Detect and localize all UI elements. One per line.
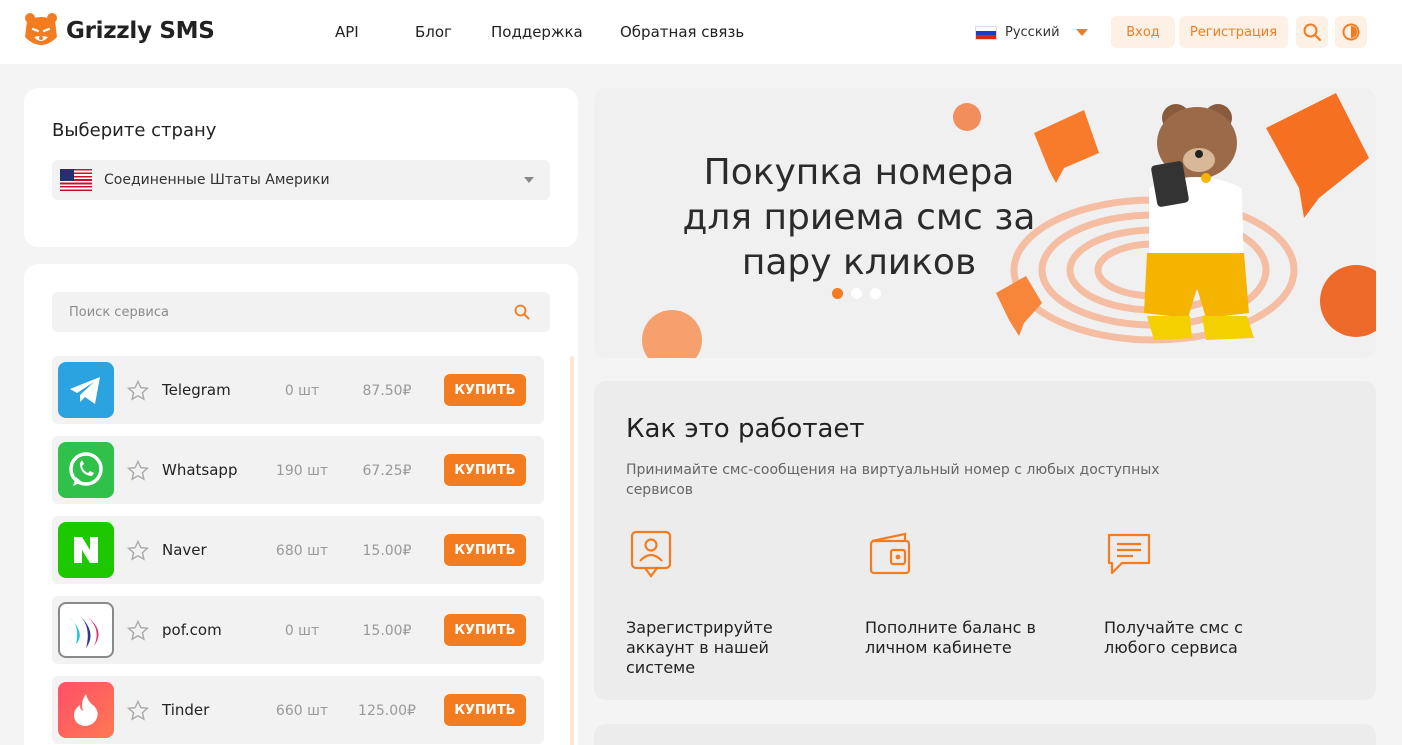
language-label: Русский <box>1005 25 1060 40</box>
slider-dot[interactable] <box>870 288 881 299</box>
how-subtitle: Принимайте смс-сообщения на виртуальный … <box>626 462 1160 498</box>
logo[interactable]: Grizzly SMS <box>24 11 215 51</box>
service-count: 0 шт <box>284 623 320 639</box>
search-icon <box>1303 23 1321 41</box>
country-selected: Соединенные Штаты Америки <box>104 172 330 188</box>
next-section-card <box>594 724 1376 745</box>
services-card: Telegram 0 шт 87.50₽ купить Whatsapp 190… <box>24 264 578 745</box>
service-list-scrollbar[interactable] <box>570 356 574 745</box>
buy-button[interactable]: купить <box>444 454 526 486</box>
search-button[interactable] <box>1296 16 1328 48</box>
service-count: 660 шт <box>275 703 329 719</box>
buy-button[interactable]: купить <box>444 614 526 646</box>
buy-button[interactable]: купить <box>444 694 526 726</box>
message-icon <box>1107 533 1151 575</box>
service-price: 87.50₽ <box>362 383 412 399</box>
service-name: Telegram <box>162 381 231 399</box>
search-icon[interactable] <box>514 304 530 320</box>
service-price: 67.25₽ <box>362 463 412 479</box>
buy-button[interactable]: купить <box>444 374 526 406</box>
brand-name: Grizzly SMS <box>66 18 215 44</box>
service-name: pof.com <box>162 621 222 639</box>
wallet-icon <box>869 532 911 575</box>
star-icon[interactable] <box>126 379 150 403</box>
bear-logo-icon <box>25 13 57 45</box>
theme-icon <box>1342 23 1360 41</box>
service-list: Telegram 0 шт 87.50₽ купить Whatsapp 190… <box>52 356 550 745</box>
service-name: Tinder <box>162 701 210 719</box>
step-receive: Получайте смс с любого сервиса <box>1104 529 1304 658</box>
chevron-down-icon <box>524 177 534 183</box>
usa-flag-icon <box>60 169 92 191</box>
language-selector[interactable]: Русский <box>975 25 1060 40</box>
service-count: 190 шт <box>275 463 329 479</box>
nav-support[interactable]: Поддержка <box>491 23 583 41</box>
service-price: 125.00₽ <box>358 703 416 719</box>
country-title: Выберите страну <box>52 120 217 141</box>
how-title: Как это работает <box>626 414 865 444</box>
slider-dot[interactable] <box>832 288 843 299</box>
chevron-down-icon[interactable] <box>1076 29 1088 36</box>
register-button[interactable]: Регистрация <box>1179 16 1288 48</box>
service-search-input[interactable] <box>52 292 492 332</box>
step-text: Получайте смс с любого сервиса <box>1104 618 1243 657</box>
how-it-works: Как это работает Принимайте смс-сообщени… <box>594 381 1376 700</box>
naver-icon <box>58 522 114 578</box>
banner-title: Покупка номера для приема смс за пару кл… <box>682 152 1036 283</box>
step-register: Зарегистрируйте аккаунт в нашей системе <box>626 529 826 678</box>
slider-dots <box>832 288 881 299</box>
promo-banner: Покупка номера для приема смс за пару кл… <box>594 88 1376 358</box>
star-icon[interactable] <box>126 619 150 643</box>
theme-toggle-button[interactable] <box>1335 16 1367 48</box>
service-name: Naver <box>162 541 207 559</box>
country-card: Выберите страну Соединенные Штаты Америк… <box>24 88 578 247</box>
country-select[interactable]: Соединенные Штаты Америки <box>52 160 550 200</box>
service-price: 15.00₽ <box>362 543 412 559</box>
service-search <box>52 292 550 332</box>
step-text: Пополните баланс в личном кабинете <box>865 618 1036 657</box>
service-count: 680 шт <box>275 543 329 559</box>
star-icon[interactable] <box>126 699 150 723</box>
telegram-icon <box>58 362 114 418</box>
star-icon[interactable] <box>126 459 150 483</box>
service-row-pof[interactable]: pof.com 0 шт 15.00₽ купить <box>52 596 544 664</box>
service-row-telegram[interactable]: Telegram 0 шт 87.50₽ купить <box>52 356 544 424</box>
slider-dot[interactable] <box>851 288 862 299</box>
tinder-icon <box>58 682 114 738</box>
pof-icon <box>58 602 114 658</box>
nav-api[interactable]: API <box>335 23 359 41</box>
nav-feedback[interactable]: Обратная связь <box>620 23 744 41</box>
service-row-tinder[interactable]: Tinder 660 шт 125.00₽ купить <box>52 676 544 744</box>
step-balance: Пополните баланс в личном кабинете <box>865 529 1065 658</box>
user-card-icon <box>630 530 672 578</box>
whatsapp-icon <box>58 442 114 498</box>
header: Grizzly SMS API Блог Поддержка Обратная … <box>0 0 1402 64</box>
russia-flag-icon <box>975 25 997 40</box>
service-row-naver[interactable]: Naver 680 шт 15.00₽ купить <box>52 516 544 584</box>
buy-button[interactable]: купить <box>444 534 526 566</box>
step-text: Зарегистрируйте аккаунт в нашей системе <box>626 618 773 677</box>
service-price: 15.00₽ <box>362 623 412 639</box>
star-icon[interactable] <box>126 539 150 563</box>
login-button[interactable]: Вход <box>1111 16 1175 48</box>
nav-blog[interactable]: Блог <box>415 23 452 41</box>
service-name: Whatsapp <box>162 461 238 479</box>
service-count: 0 шт <box>284 383 320 399</box>
service-row-whatsapp[interactable]: Whatsapp 190 шт 67.25₽ купить <box>52 436 544 504</box>
